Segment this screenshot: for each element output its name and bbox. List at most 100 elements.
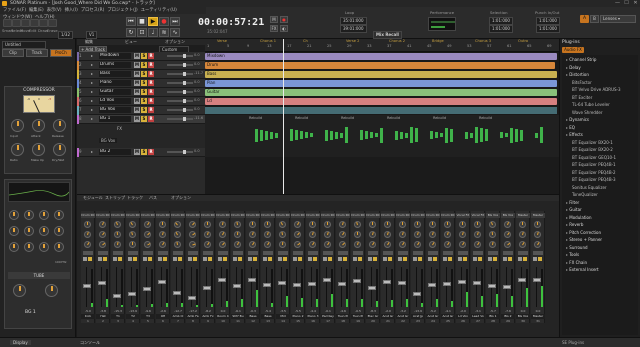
send-knob[interactable] bbox=[294, 231, 301, 238]
eq-band1-knob[interactable] bbox=[9, 210, 19, 220]
plugin-item[interactable]: BT Equalizer PEQ4B-1 bbox=[572, 162, 616, 167]
input-label[interactable]: Vocal FX bbox=[456, 213, 470, 218]
maximize-button[interactable]: ☐ bbox=[622, 0, 631, 7]
send-knob[interactable] bbox=[234, 231, 241, 238]
solo-button[interactable]: S bbox=[141, 98, 147, 104]
solo-button[interactable] bbox=[448, 257, 452, 261]
input-echo-button[interactable]: ◐ bbox=[280, 25, 288, 32]
send-knob[interactable] bbox=[399, 241, 406, 248]
pan-slider[interactable] bbox=[428, 251, 438, 255]
solo-button[interactable]: S bbox=[141, 53, 147, 59]
input-label[interactable]: BG Vox bbox=[486, 213, 500, 218]
send-knob[interactable] bbox=[174, 241, 181, 248]
send-knob[interactable] bbox=[309, 221, 316, 228]
mute-button[interactable] bbox=[113, 257, 117, 261]
pan-slider[interactable] bbox=[293, 251, 303, 255]
menu-item-6[interactable]: ユーティリティ(U) bbox=[141, 7, 177, 14]
lens-select[interactable]: Lenses ▾ bbox=[600, 15, 636, 23]
pan-slider[interactable] bbox=[218, 251, 228, 255]
fader-cap[interactable] bbox=[128, 291, 136, 296]
loop-start-field[interactable]: 35:01:000 bbox=[340, 17, 367, 25]
mute-button[interactable] bbox=[263, 257, 267, 261]
close-button[interactable]: ✕ bbox=[631, 0, 640, 7]
solo-button[interactable] bbox=[163, 257, 167, 261]
send-knob[interactable] bbox=[159, 241, 166, 248]
fader-cap[interactable] bbox=[503, 285, 511, 290]
send-knob[interactable] bbox=[339, 231, 346, 238]
fader-cap[interactable] bbox=[173, 290, 181, 295]
input-label[interactable]: Drum RC bbox=[291, 213, 305, 218]
fader-cap[interactable] bbox=[473, 280, 481, 285]
input-label[interactable]: Drum RC bbox=[216, 213, 230, 218]
pan-slider[interactable] bbox=[98, 251, 108, 255]
arm-button[interactable]: R bbox=[148, 80, 154, 86]
makeup-knob[interactable] bbox=[32, 143, 45, 156]
input-label[interactable]: Drum RC bbox=[321, 213, 335, 218]
send-knob[interactable] bbox=[114, 241, 121, 248]
expand-arrow-icon[interactable]: ▸ bbox=[91, 89, 93, 94]
send-knob[interactable] bbox=[534, 231, 541, 238]
pan-slider[interactable] bbox=[383, 251, 393, 255]
input-label[interactable]: Drum RC bbox=[396, 213, 410, 218]
send-knob[interactable] bbox=[384, 231, 391, 238]
mute-button[interactable] bbox=[338, 257, 342, 261]
send-knob[interactable] bbox=[264, 221, 271, 228]
fader-cap[interactable] bbox=[398, 280, 406, 285]
screenset-b-button[interactable]: B bbox=[590, 15, 599, 23]
arm-button[interactable]: R bbox=[148, 149, 154, 155]
audio-clip[interactable]: Bass bbox=[205, 71, 557, 78]
track-name[interactable]: BG 2 bbox=[99, 149, 131, 155]
fx-bin-label[interactable]: FX bbox=[117, 126, 122, 131]
solo-button[interactable] bbox=[133, 257, 137, 261]
audio-clip[interactable]: Drum bbox=[205, 62, 555, 69]
mute-button[interactable] bbox=[503, 257, 507, 261]
fader-cap[interactable] bbox=[308, 282, 316, 287]
input-label[interactable]: Drum RC bbox=[111, 213, 125, 218]
send-knob[interactable] bbox=[189, 241, 196, 248]
solo-button[interactable] bbox=[193, 257, 197, 261]
send-knob[interactable] bbox=[249, 221, 256, 228]
expand-arrow-icon[interactable]: ▸ bbox=[91, 80, 93, 85]
menu-item-4[interactable]: プロセス(R) bbox=[81, 7, 105, 14]
send-knob[interactable] bbox=[159, 231, 166, 238]
arm-button[interactable]: R bbox=[148, 71, 154, 77]
send-knob[interactable] bbox=[129, 221, 136, 228]
input-label[interactable]: Master bbox=[531, 213, 545, 218]
attack-knob[interactable] bbox=[32, 119, 45, 132]
plugin-item[interactable]: BT Velvo Drive ADRUS-3 bbox=[572, 87, 621, 92]
send-knob[interactable] bbox=[534, 241, 541, 248]
plugin-folder[interactable]: Modulation bbox=[566, 215, 591, 220]
pan-slider[interactable] bbox=[413, 251, 423, 255]
fader-cap[interactable] bbox=[233, 283, 241, 288]
pan-slider[interactable] bbox=[278, 251, 288, 255]
plugin-item[interactable]: BT Equalizer BX20-2 bbox=[572, 147, 613, 152]
pan-slider[interactable] bbox=[233, 251, 243, 255]
pan-slider[interactable] bbox=[143, 251, 153, 255]
fader-cap[interactable] bbox=[338, 282, 346, 287]
input-label[interactable]: Drum RC bbox=[381, 213, 395, 218]
track-row[interactable]: 5 ▸ Guitar M S R 0.0 bbox=[77, 88, 205, 97]
send-knob[interactable] bbox=[309, 231, 316, 238]
solo-button[interactable]: S bbox=[141, 149, 147, 155]
tube-out-knob[interactable] bbox=[45, 284, 58, 297]
send-knob[interactable] bbox=[429, 221, 436, 228]
marker-label[interactable]: Chorus 1 bbox=[260, 39, 276, 43]
plugin-item[interactable]: BT Equalizer BX20-1 bbox=[572, 140, 613, 145]
send-knob[interactable] bbox=[84, 221, 91, 228]
fader-cap[interactable] bbox=[518, 277, 526, 282]
mute-button[interactable]: M bbox=[134, 89, 140, 95]
pan-slider[interactable] bbox=[83, 251, 93, 255]
eq-band6-knob[interactable] bbox=[24, 226, 34, 236]
send-knob[interactable] bbox=[99, 241, 106, 248]
plugin-folder[interactable]: Effects bbox=[566, 132, 583, 137]
scrub-button[interactable]: ≋ bbox=[159, 28, 169, 37]
input-label[interactable]: Drum RC bbox=[126, 213, 140, 218]
solo-button[interactable] bbox=[523, 257, 527, 261]
send-knob[interactable] bbox=[114, 221, 121, 228]
send-knob[interactable] bbox=[459, 221, 466, 228]
mute-button[interactable]: M bbox=[134, 53, 140, 59]
fader-cap[interactable] bbox=[203, 286, 211, 290]
send-knob[interactable] bbox=[519, 241, 526, 248]
track-row[interactable]: 4 ▸ Piano M S R 0.0 bbox=[77, 79, 205, 88]
mute-button[interactable] bbox=[293, 257, 297, 261]
